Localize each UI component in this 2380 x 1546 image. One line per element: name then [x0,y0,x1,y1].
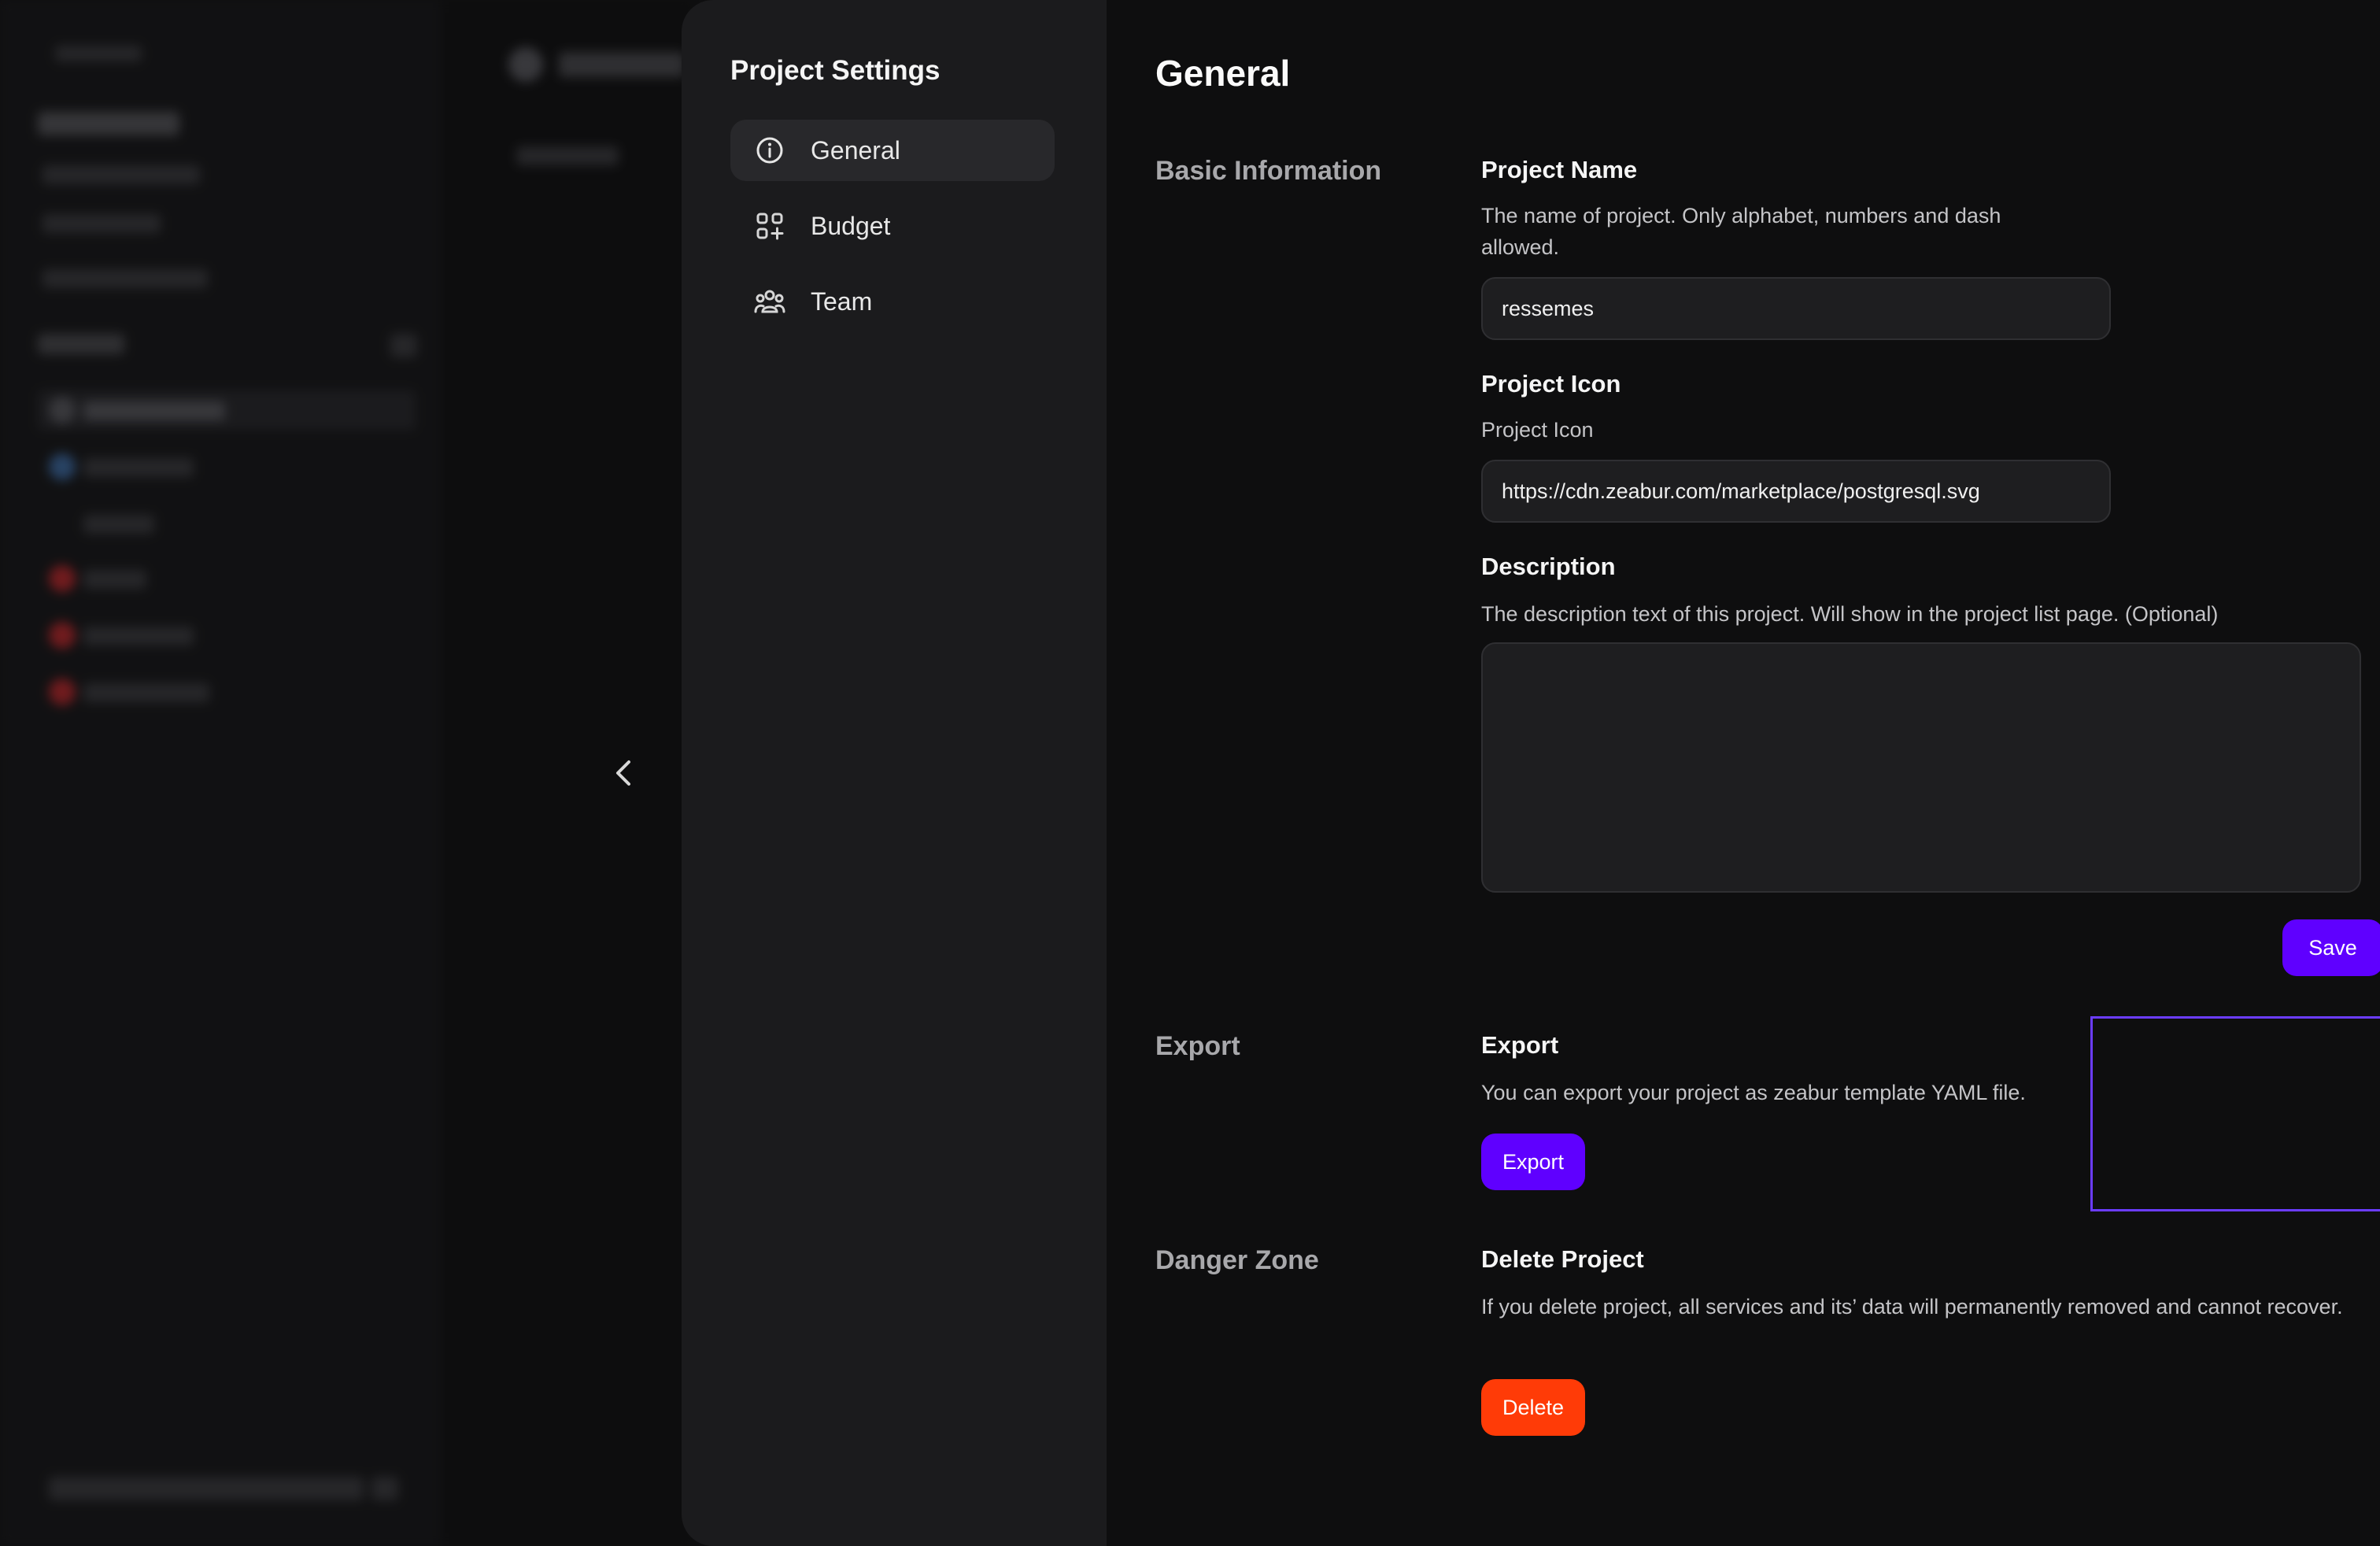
info-icon [754,135,785,166]
sidebar-item-team[interactable]: Team [730,271,1055,332]
project-name-label: Project Name [1481,156,1638,183]
back-chevron-icon[interactable] [601,751,645,795]
sidebar-item-label: General [811,135,900,165]
background-app-blurred [0,0,693,1546]
section-label-danger-zone: Danger Zone [1155,1245,1319,1275]
project-icon-url-input[interactable] [1481,460,2111,523]
sidebar-item-label: Team [811,287,873,316]
project-name-description: The name of project. Only alphabet, numb… [1481,204,2001,259]
delete-project-title: Delete Project [1481,1245,1644,1273]
project-icon-description: Project Icon [1481,418,1594,442]
section-label-basic-information: Basic Information [1155,156,1382,186]
export-button[interactable]: Export [1481,1134,1585,1190]
sidebar-item-general[interactable]: General [730,120,1055,181]
project-icon-label: Project Icon [1481,370,1621,398]
background-main [441,0,693,1546]
delete-project-description: If you delete project, all services and … [1481,1295,2343,1319]
settings-sidebar: Project Settings General Budget Team [682,0,1107,1546]
export-highlight-box [2090,1016,2380,1211]
page-title: General [1155,53,1291,94]
project-settings-panel: Project Settings General Budget Team Gen… [682,0,2380,1546]
team-icon [754,286,785,317]
project-name-input[interactable] [1481,277,2111,340]
description-label: Description [1481,553,1616,580]
sidebar-item-budget[interactable]: Budget [730,195,1055,257]
sidebar-item-label: Budget [811,211,891,240]
settings-title: Project Settings [730,55,941,86]
section-label-export: Export [1155,1031,1240,1061]
settings-content: General Basic Information Project Name T… [1107,0,2380,1546]
export-title: Export [1481,1031,1559,1059]
save-button[interactable]: Save [2282,919,2380,976]
export-description: You can export your project as zeabur te… [1481,1081,2026,1104]
description-textarea[interactable] [1481,642,2361,893]
delete-button[interactable]: Delete [1481,1379,1585,1436]
description-help-text: The description text of this project. Wi… [1481,602,2219,626]
budget-icon [754,210,785,242]
background-sidebar [0,0,442,1546]
